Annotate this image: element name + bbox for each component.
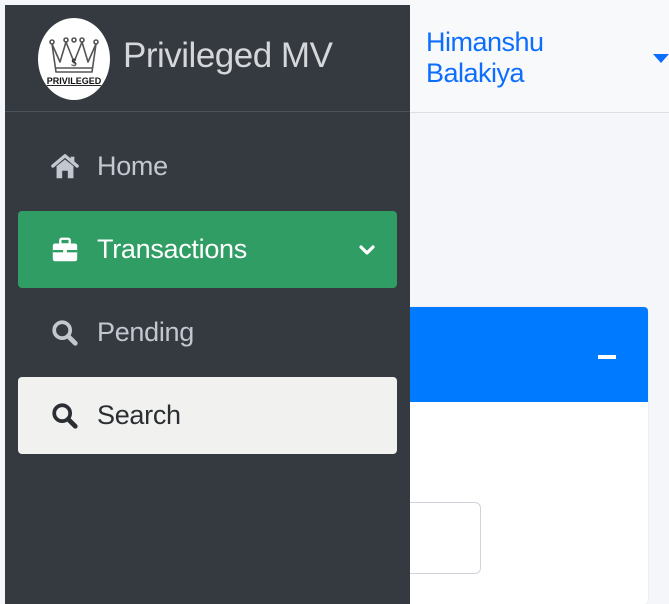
briefcase-icon [52,237,78,261]
search-icon [52,402,78,429]
sidebar-item-label: Pending [97,317,194,347]
sidebar-item-pending[interactable]: Pending [18,294,397,371]
svg-text:PRIVILEGED: PRIVILEGED [47,76,102,86]
sidebar-item-label: Home [97,151,168,181]
card-header [398,307,648,402]
svg-text:$: $ [71,57,77,69]
home-icon [51,153,79,178]
sidebar: $ PRIVILEGED Privileged MV Home Transact… [5,5,410,604]
brand-name: Privileged MV [123,36,333,75]
user-menu[interactable]: Himanshu Balakiya [426,27,669,88]
sidebar-item-search[interactable]: Search [18,377,397,454]
content-card [398,307,648,604]
sidebar-item-home[interactable]: Home [18,128,397,205]
sidebar-item-transactions[interactable]: Transactions [18,211,397,288]
sidebar-item-label: Transactions [97,234,247,264]
input-field[interactable] [408,502,481,574]
collapse-button[interactable] [595,345,619,369]
brand-link[interactable]: $ PRIVILEGED Privileged MV [5,5,410,112]
caret-down-icon[interactable] [653,53,669,63]
brand-logo: $ PRIVILEGED [38,18,110,100]
crown-logo-icon: $ PRIVILEGED [44,37,104,86]
search-icon [52,319,78,346]
minus-icon [598,355,616,359]
chevron-down-icon[interactable] [358,241,376,259]
user-name[interactable]: Himanshu Balakiya [426,27,643,89]
sidebar-item-label: Search [97,400,181,430]
